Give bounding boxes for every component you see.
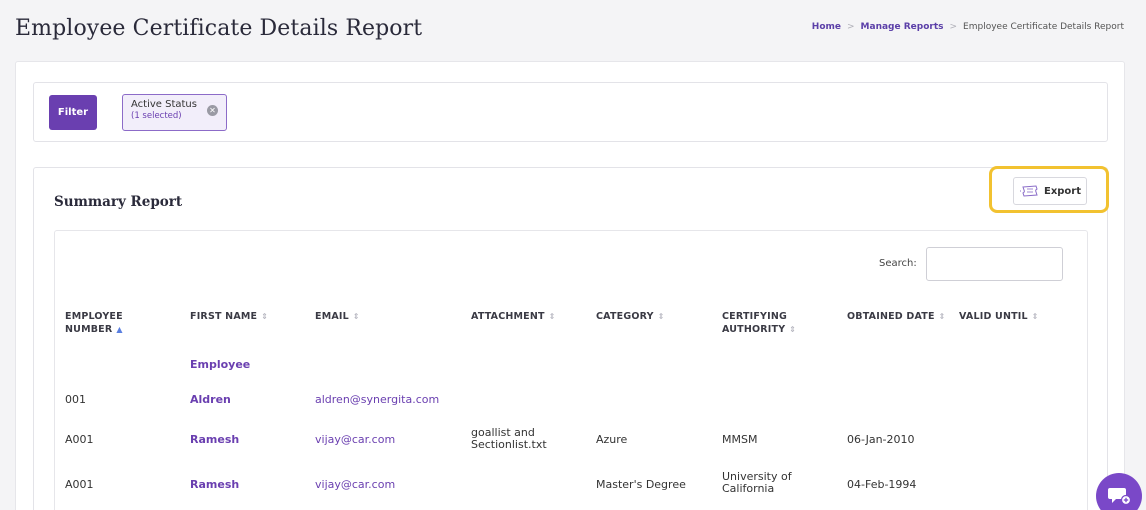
obtained-date-cell: 06-Jan-2010 — [847, 433, 915, 446]
column-header-category[interactable]: CATEGORY ⇕ — [596, 310, 706, 323]
chat-bubble-icon — [1108, 488, 1131, 506]
employee-number-cell: A001 — [65, 478, 94, 491]
close-icon[interactable]: ✕ — [207, 105, 218, 116]
sort-icon: ⇕ — [938, 312, 946, 321]
column-header-employee-number[interactable]: EMPLOYEE NUMBER ▲ — [65, 310, 175, 336]
column-header-obtained-date[interactable]: OBTAINED DATE ⇕ — [847, 310, 947, 323]
filter-button[interactable]: Filter — [49, 95, 97, 130]
column-header-attachment[interactable]: ATTACHMENT ⇕ — [471, 310, 586, 323]
active-status-chip[interactable]: Active Status (1 selected) ✕ — [122, 94, 227, 131]
export-label: Export — [1043, 185, 1082, 197]
sort-asc-icon: ▲ — [116, 325, 123, 334]
summary-title: Summary Report — [54, 194, 183, 210]
export-button[interactable]: Export — [1013, 177, 1087, 205]
sort-icon: ⇕ — [789, 325, 797, 334]
email-cell[interactable]: vijay@car.com — [315, 479, 395, 491]
search-input[interactable] — [926, 247, 1063, 281]
sort-icon: ⇕ — [352, 312, 360, 321]
breadcrumb: Home > Manage Reports > Employee Certifi… — [812, 22, 1124, 32]
search-label: Search: — [879, 258, 917, 269]
report-card: Filter Active Status (1 selected) ✕ Summ… — [15, 61, 1125, 510]
email-cell[interactable]: vijay@car.com — [315, 434, 395, 446]
certifying-authority-cell: University of California — [722, 470, 792, 495]
sort-icon: ⇕ — [1031, 312, 1039, 321]
employee-number-cell: A001 — [65, 433, 94, 446]
filter-panel: Filter Active Status (1 selected) ✕ — [33, 82, 1108, 142]
chat-button[interactable] — [1096, 473, 1142, 510]
employee-number-cell: 001 — [65, 393, 86, 406]
category-cell: Master's Degree — [596, 478, 686, 491]
sort-icon: ⇕ — [261, 312, 269, 321]
certifying-authority-cell: MMSM — [722, 433, 758, 446]
email-cell[interactable]: aldren@synergita.com — [315, 394, 439, 406]
category-cell: Azure — [596, 433, 628, 446]
chip-subtitle: (1 selected) — [131, 111, 182, 121]
column-header-first-name[interactable]: FIRST NAME ⇕ — [190, 310, 300, 323]
attachment-cell[interactable]: goallist and Sectionlist.txt — [471, 427, 571, 451]
first-name-cell[interactable]: Aldren — [190, 394, 231, 406]
chip-title: Active Status — [131, 99, 197, 110]
column-header-certifying-authority[interactable]: CERTIFYING AUTHORITY ⇕ — [722, 310, 817, 336]
first-name-cell[interactable]: Ramesh — [190, 479, 239, 491]
column-header-email[interactable]: EMAIL ⇕ — [315, 310, 425, 323]
ticket-icon — [1019, 185, 1038, 197]
summary-panel: Summary Report Export Search: EMPLOYEE N… — [33, 166, 1109, 510]
first-name-cell[interactable]: Employee — [190, 359, 250, 371]
column-header-valid-until[interactable]: VALID UNTIL ⇕ — [959, 310, 1069, 323]
sort-icon: ⇕ — [657, 312, 665, 321]
page-title: Employee Certificate Details Report — [15, 16, 423, 41]
report-table: Search: EMPLOYEE NUMBER ▲ FIRST NAME ⇕ EMA… — [54, 230, 1088, 510]
first-name-cell[interactable]: Ramesh — [190, 434, 239, 446]
breadcrumb-home[interactable]: Home — [812, 22, 841, 32]
chevron-right-icon: > — [847, 22, 855, 32]
breadcrumb-current: Employee Certificate Details Report — [963, 22, 1124, 32]
chevron-right-icon: > — [949, 22, 958, 32]
sort-icon: ⇕ — [548, 312, 556, 321]
breadcrumb-manage-reports[interactable]: Manage Reports — [861, 22, 944, 32]
obtained-date-cell: 04-Feb-1994 — [847, 478, 917, 491]
